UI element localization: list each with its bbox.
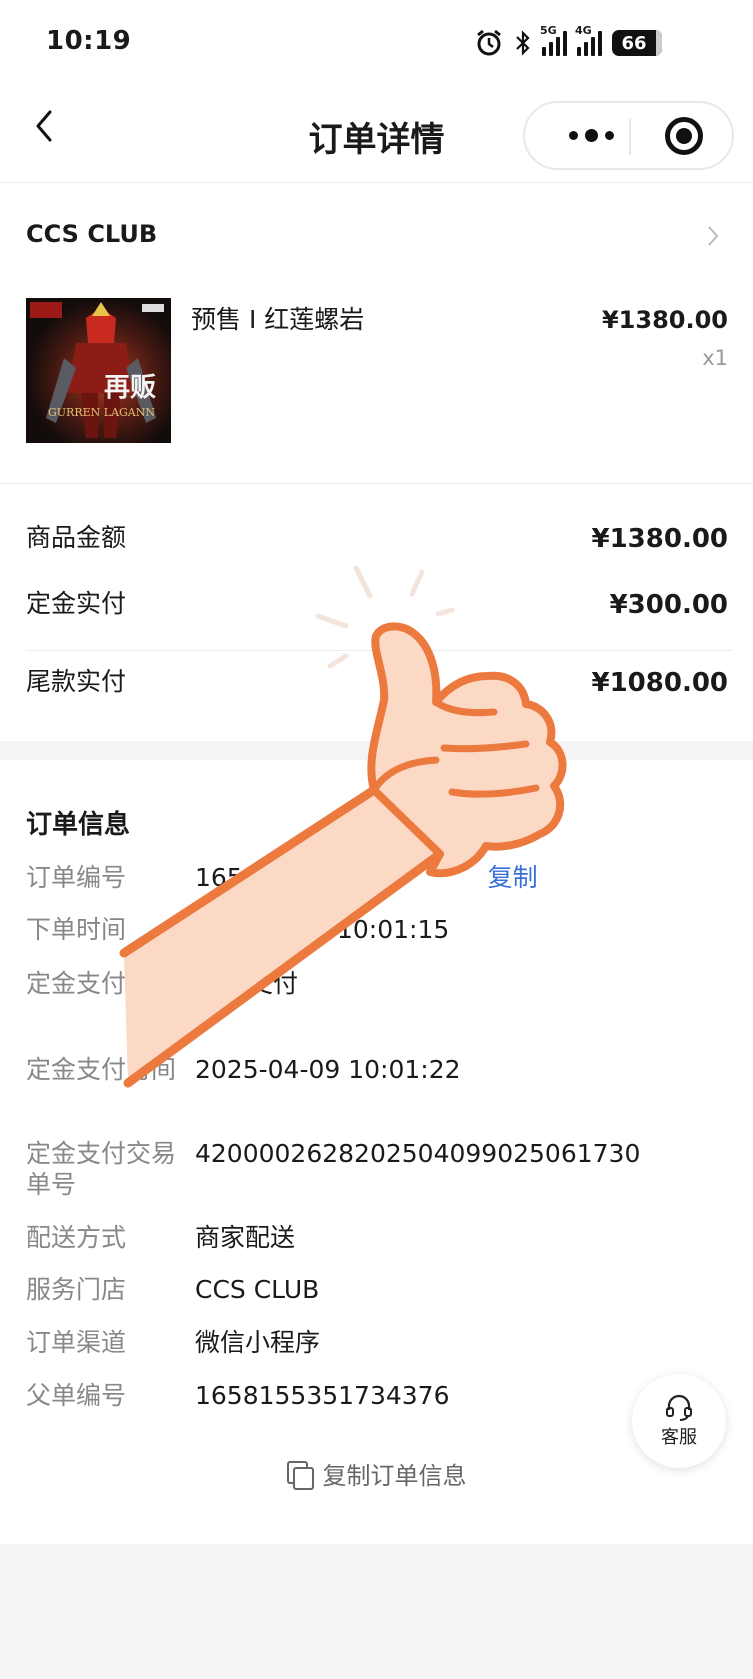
copy-icon <box>286 1460 314 1490</box>
amount-divider <box>26 650 732 651</box>
product-image: 再贩 GURREN LAGANN <box>26 298 171 443</box>
amount-label-balance: 尾款实付 <box>26 667 127 696</box>
chevron-right-icon[interactable] <box>706 224 720 248</box>
info-value-deposit-time: 2025-04-09 10:01:22 <box>195 1055 461 1084</box>
product-thumbnail[interactable]: 再贩 GURREN LAGANN <box>26 298 171 443</box>
info-value-store: CCS CLUB <box>195 1275 320 1304</box>
mini-program-capsule <box>523 101 734 170</box>
amount-label-deposit: 定金实付 <box>26 589 127 618</box>
store-name[interactable]: CCS CLUB <box>26 220 157 248</box>
info-key-channel: 订单渠道 <box>26 1328 127 1357</box>
signal-5g-icon: 5G <box>540 24 567 56</box>
headset-icon <box>666 1394 692 1421</box>
info-value-channel: 微信小程序 <box>195 1328 321 1357</box>
product-price: ¥1380.00 <box>601 306 728 334</box>
status-time: 10:19 <box>46 26 132 56</box>
section-divider <box>0 483 753 484</box>
customer-service-label: 客服 <box>661 1427 697 1448</box>
status-icons: 5G 4G 66 <box>474 22 662 64</box>
info-key-deposit-txn: 定金支付交易单号 <box>26 1139 177 1199</box>
product-badge: 再贩 <box>104 373 156 403</box>
product-name[interactable]: 预售 I 红莲螺岩 <box>191 300 364 336</box>
signal-4g-label: 4G <box>575 24 592 37</box>
info-key-delivery: 配送方式 <box>26 1223 127 1252</box>
info-value-parent-order: 1658155351734376 <box>195 1381 450 1410</box>
signal-5g-label: 5G <box>540 24 557 37</box>
more-menu-icon[interactable] <box>555 103 627 168</box>
info-value-deposit-method: 支付 <box>248 969 299 998</box>
info-key-order-number: 订单编号 <box>26 863 127 892</box>
info-key-deposit-time: 定金支付时间 <box>26 1055 177 1084</box>
info-key-store: 服务门店 <box>26 1275 127 1304</box>
amount-value-balance: ¥1080.00 <box>591 668 728 698</box>
copy-order-number-link[interactable]: 复制 <box>488 863 538 892</box>
amount-value-deposit: ¥300.00 <box>609 590 728 620</box>
copy-order-info-button[interactable]: 复制订单信息 <box>0 1456 753 1491</box>
product-image-caption: GURREN LAGANN <box>48 406 155 419</box>
bluetooth-icon <box>516 30 530 56</box>
close-mini-program-icon[interactable] <box>665 117 703 155</box>
battery-icon: 66 <box>612 30 662 56</box>
info-key-deposit-method: 定金支付方式 <box>26 969 177 998</box>
order-info-title: 订单信息 <box>26 810 131 840</box>
capsule-divider <box>629 119 631 155</box>
info-key-order-time: 下单时间 <box>26 915 127 944</box>
battery-level: 66 <box>621 32 647 54</box>
alarm-icon <box>477 29 501 56</box>
info-value-delivery: 商家配送 <box>195 1223 296 1252</box>
order-number-text: 165 <box>195 863 243 892</box>
nav-divider <box>0 182 753 183</box>
product-quantity: x1 <box>702 346 728 370</box>
info-value-order-number: 165 复制 <box>195 862 538 893</box>
info-value-order-time: 10:01:15 <box>337 915 450 944</box>
amount-label-goods: 商品金额 <box>26 523 127 552</box>
amount-value-goods: ¥1380.00 <box>591 524 728 554</box>
info-key-parent-order: 父单编号 <box>26 1381 127 1410</box>
customer-service-button[interactable]: 客服 <box>632 1374 726 1468</box>
copy-order-info-label: 复制订单信息 <box>322 1462 467 1490</box>
signal-4g-icon: 4G <box>575 24 602 56</box>
info-value-deposit-txn: 4200002628202504099025061730 <box>195 1139 641 1168</box>
